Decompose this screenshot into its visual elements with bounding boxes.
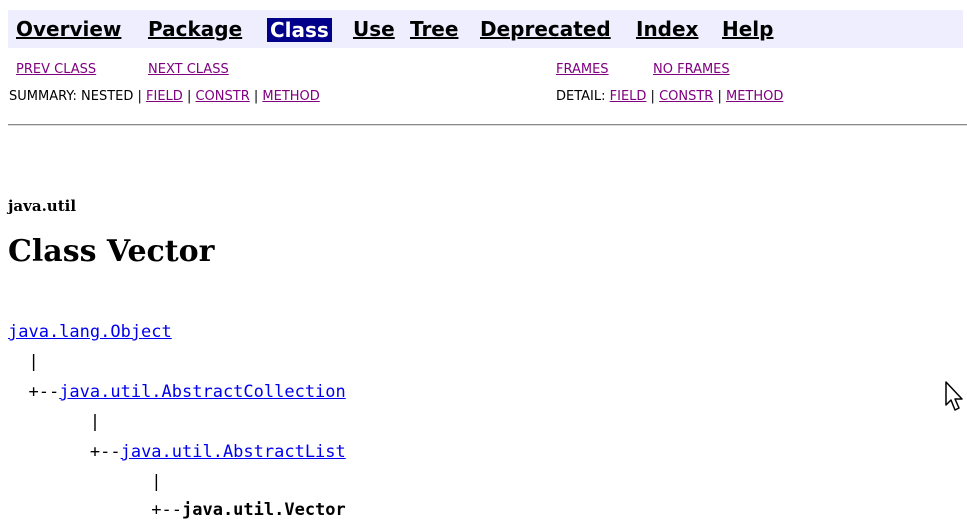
- hierarchy-connector: |: [8, 352, 39, 372]
- nav-help-link[interactable]: Help: [722, 18, 773, 40]
- hierarchy-row: +--java.util.Vector: [8, 500, 346, 520]
- nav-deprecated-link[interactable]: Deprecated: [480, 18, 611, 40]
- header-divider: [8, 124, 967, 126]
- detail-constr-link[interactable]: CONSTR: [659, 89, 713, 104]
- frames-link[interactable]: FRAMES: [556, 62, 609, 77]
- detail-separator: |: [713, 89, 726, 104]
- class-title: Class Vector: [8, 234, 215, 269]
- summary-label: SUMMARY: NESTED |: [9, 89, 147, 104]
- no-frames-link[interactable]: NO FRAMES: [653, 62, 730, 77]
- javadoc-page: Overview Package Class Use Tree Deprecat…: [0, 0, 967, 521]
- nav-tree-link[interactable]: Tree: [410, 18, 458, 40]
- detail-separator: |: [646, 89, 660, 104]
- hierarchy-row: +--java.util.AbstractList: [8, 442, 346, 462]
- nav-package-link[interactable]: Package: [148, 18, 242, 40]
- abstractlist-link[interactable]: java.util.AbstractList: [121, 442, 346, 462]
- prev-class-link[interactable]: PREV CLASS: [16, 62, 96, 77]
- detail-method-link[interactable]: METHOD: [726, 89, 783, 104]
- hierarchy-row: java.lang.Object: [8, 322, 172, 342]
- nav-index-link[interactable]: Index: [636, 18, 698, 40]
- nav-class-current: Class: [267, 18, 332, 42]
- tree-branch: +--: [8, 500, 182, 520]
- tree-branch: +--: [8, 382, 60, 402]
- summary-separator: |: [249, 89, 263, 104]
- summary-separator: |: [182, 89, 196, 104]
- summary-field-link[interactable]: FIELD: [146, 89, 183, 104]
- next-class-link[interactable]: NEXT CLASS: [148, 62, 229, 77]
- detail-label: DETAIL:: [556, 89, 610, 104]
- hierarchy-row: +--java.util.AbstractCollection: [8, 382, 346, 402]
- hierarchy-connector: |: [8, 412, 101, 432]
- mouse-pointer-icon: [945, 381, 963, 411]
- abstractcollection-link[interactable]: java.util.AbstractCollection: [59, 382, 346, 402]
- detail-nav: DETAIL: FIELD | CONSTR | METHOD: [556, 89, 783, 104]
- nav-use-link[interactable]: Use: [353, 18, 395, 40]
- hierarchy-connector: |: [8, 472, 162, 492]
- nav-overview-link[interactable]: Overview: [16, 18, 121, 40]
- summary-nav: SUMMARY: NESTED | FIELD | CONSTR | METHO…: [9, 89, 320, 104]
- detail-field-link[interactable]: FIELD: [610, 89, 647, 104]
- current-class-name: java.util.Vector: [182, 500, 346, 520]
- top-navbar: Overview Package Class Use Tree Deprecat…: [8, 10, 963, 48]
- summary-method-link[interactable]: METHOD: [262, 89, 319, 104]
- object-class-link[interactable]: java.lang.Object: [8, 322, 172, 342]
- summary-constr-link[interactable]: CONSTR: [195, 89, 249, 104]
- tree-branch: +--: [8, 442, 121, 462]
- package-name: java.util: [8, 197, 77, 215]
